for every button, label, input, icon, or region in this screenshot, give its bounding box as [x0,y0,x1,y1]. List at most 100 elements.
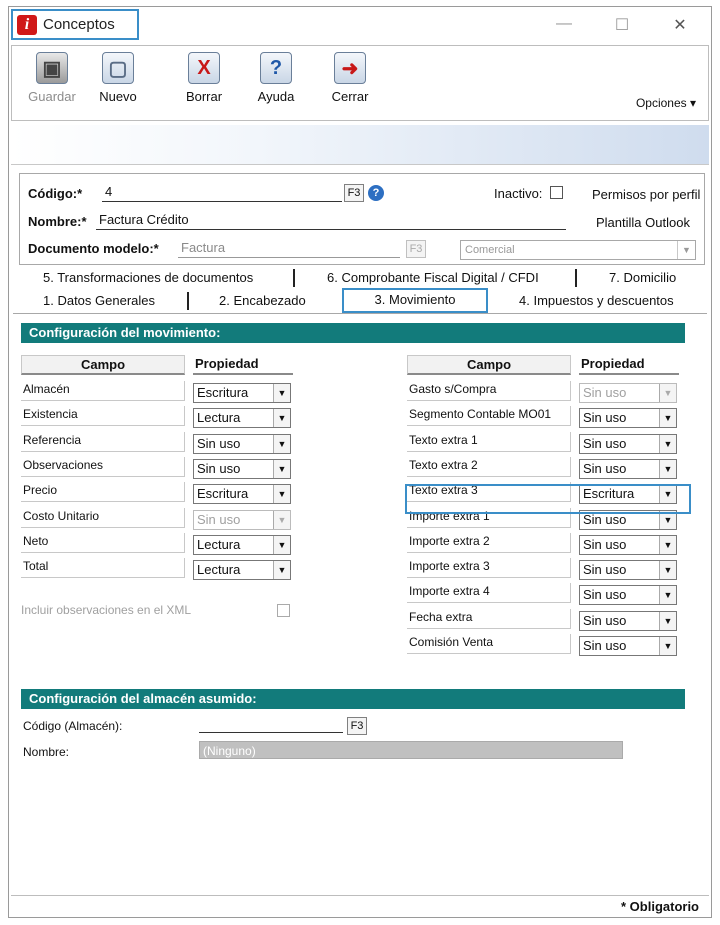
obligatorio-note: * Obligatorio [621,899,699,914]
right-propiedad-header: Propiedad [579,355,679,375]
conceptos-window: i Conceptos — ☐ ✕ ▣ Guardar ▢ Nuevo X Bo… [8,6,712,918]
concept-header-box: Código:* 4 F3 ? Inactivo: Permisos por p… [19,173,705,265]
guardar-label: Guardar [28,89,76,104]
right-propiedad-select[interactable]: Sin uso ▼ [579,433,677,454]
borrar-button[interactable]: X Borrar [174,52,234,104]
propiedad-value: Sin uso [583,562,627,578]
left-propiedad-select[interactable]: Escritura ▼ [193,484,291,505]
chevron-down-icon: ▼ [659,561,676,580]
chevron-down-icon: ▼ [659,459,676,478]
propiedad-value: Sin uso [583,410,627,426]
chevron-down-icon: ▼ [659,637,676,655]
almacen-section-header: Configuración del almacén asumido: [21,689,685,709]
window-title: Conceptos [43,16,115,33]
propiedad-value: Sin uso [583,587,627,603]
inactivo-checkbox[interactable] [550,186,563,199]
right-propiedad-select[interactable]: Sin uso ▼ [579,534,677,555]
propiedad-value: Sin uso [197,511,241,527]
left-propiedad-select[interactable]: Lectura ▼ [193,408,291,429]
nombre-input[interactable]: Factura Crédito [96,212,566,230]
right-campo-cell: Comisión Venta [407,634,571,654]
delete-icon: X [188,52,220,84]
right-campo-cell: Gasto s/Compra [407,381,571,401]
toolbar: ▣ Guardar ▢ Nuevo X Borrar ? Ayuda ➜ Cer… [11,45,709,121]
maximize-button[interactable]: ☐ [607,15,637,35]
ayuda-label: Ayuda [257,89,295,104]
chevron-down-icon: ▼ [659,611,676,630]
right-propiedad-select[interactable]: Sin uso ▼ [579,560,677,581]
close-window-button[interactable]: ✕ [665,15,695,35]
propiedad-value: Sin uso [197,460,241,476]
chevron-down-icon: ▼ [659,586,676,605]
minimize-button[interactable]: — [549,15,579,33]
propiedad-value: Escritura [197,486,249,502]
propiedad-value: Sin uso [583,435,627,451]
tab-cfdi[interactable]: 6. Comprobante Fiscal Digital / CFDI [327,269,539,287]
propiedad-value: Sin uso [197,435,241,451]
left-campo-cell: Costo Unitario [21,507,185,528]
propiedad-value: Sin uso [583,460,627,476]
tab-impuestos[interactable]: 4. Impuestos y descuentos [519,292,674,310]
tab-divider [187,292,189,310]
right-propiedad-select: Sin uso ▼ [579,383,677,403]
codigo-f3-button[interactable]: F3 [344,184,364,202]
right-campo-header: Campo [407,355,571,375]
chevron-down-icon: ▼ [273,459,290,478]
left-propiedad-select[interactable]: Sin uso ▼ [193,458,291,479]
right-campo-cell: Texto extra 2 [407,456,571,477]
tab-movimiento[interactable]: 3. Movimiento [342,288,488,313]
nuevo-label: Nuevo [99,89,137,104]
window-title-box: i Conceptos [11,9,139,40]
right-campo-cell: Fecha extra [407,608,571,629]
plantilla-outlook-link[interactable]: Plantilla Outlook [596,215,690,230]
right-propiedad-select[interactable]: Sin uso ▼ [579,458,677,479]
propiedad-value: Lectura [197,536,241,552]
left-propiedad-select: Sin uso ▼ [193,509,291,530]
almacen-nombre-field: (Ninguno) [199,741,623,759]
right-propiedad-select[interactable]: Sin uso ▼ [579,610,677,631]
opciones-menu[interactable]: Opciones ▾ [636,96,696,110]
right-propiedad-select[interactable]: Sin uso ▼ [579,585,677,606]
right-campo-cell: Importe extra 3 [407,558,571,579]
xml-observaciones-checkbox [277,604,290,617]
right-propiedad-select[interactable]: Sin uso ▼ [579,408,677,429]
left-propiedad-select[interactable]: Lectura ▼ [193,560,291,581]
almacen-codigo-input[interactable] [199,717,343,733]
codigo-input[interactable]: 4 [102,184,342,202]
left-propiedad-select[interactable]: Lectura ▼ [193,534,291,555]
new-document-icon: ▢ [102,52,134,84]
right-propiedad-select[interactable]: Sin uso ▼ [579,636,677,656]
tab-datos-generales[interactable]: 1. Datos Generales [43,292,155,310]
help-icon: ? [260,52,292,84]
almacen-f3-button[interactable]: F3 [347,717,367,735]
comercial-value: Comercial [465,244,515,256]
tab-domicilio[interactable]: 7. Domicilio [609,269,676,287]
left-propiedad-select[interactable]: Sin uso ▼ [193,433,291,454]
tab-transformaciones[interactable]: 5. Transformaciones de documentos [43,269,253,287]
almacen-nombre-label: Nombre: [23,745,70,759]
nuevo-button[interactable]: ▢ Nuevo [88,52,148,104]
ayuda-button[interactable]: ? Ayuda [246,52,306,104]
documento-modelo-input: Factura [178,240,400,258]
cerrar-button[interactable]: ➜ Cerrar [320,52,380,104]
left-campo-cell: Neto [21,532,185,553]
right-campo-cell: Importe extra 4 [407,583,571,604]
chevron-down-icon: ▼ [659,409,676,428]
header-banner [11,125,709,165]
propiedad-value: Escritura [197,385,249,400]
movimiento-section-header: Configuración del movimiento: [21,323,685,343]
guardar-button[interactable]: ▣ Guardar [22,52,82,104]
left-propiedad-select[interactable]: Escritura ▼ [193,383,291,403]
chevron-down-icon: ▼ [659,384,676,402]
nombre-label: Nombre:* [28,214,87,229]
tab-encabezado[interactable]: 2. Encabezado [219,292,306,310]
codigo-help-icon[interactable]: ? [368,185,384,201]
permisos-por-perfil-link[interactable]: Permisos por perfil [592,187,700,202]
chevron-down-icon: ▼ [659,535,676,554]
codigo-label: Código:* [28,186,83,201]
cerrar-label: Cerrar [331,89,369,104]
chevron-down-icon: ▼ [273,384,290,402]
chevron-down-icon: ▼ [677,241,695,259]
borrar-label: Borrar [185,89,223,104]
documento-f3-button: F3 [406,240,426,258]
